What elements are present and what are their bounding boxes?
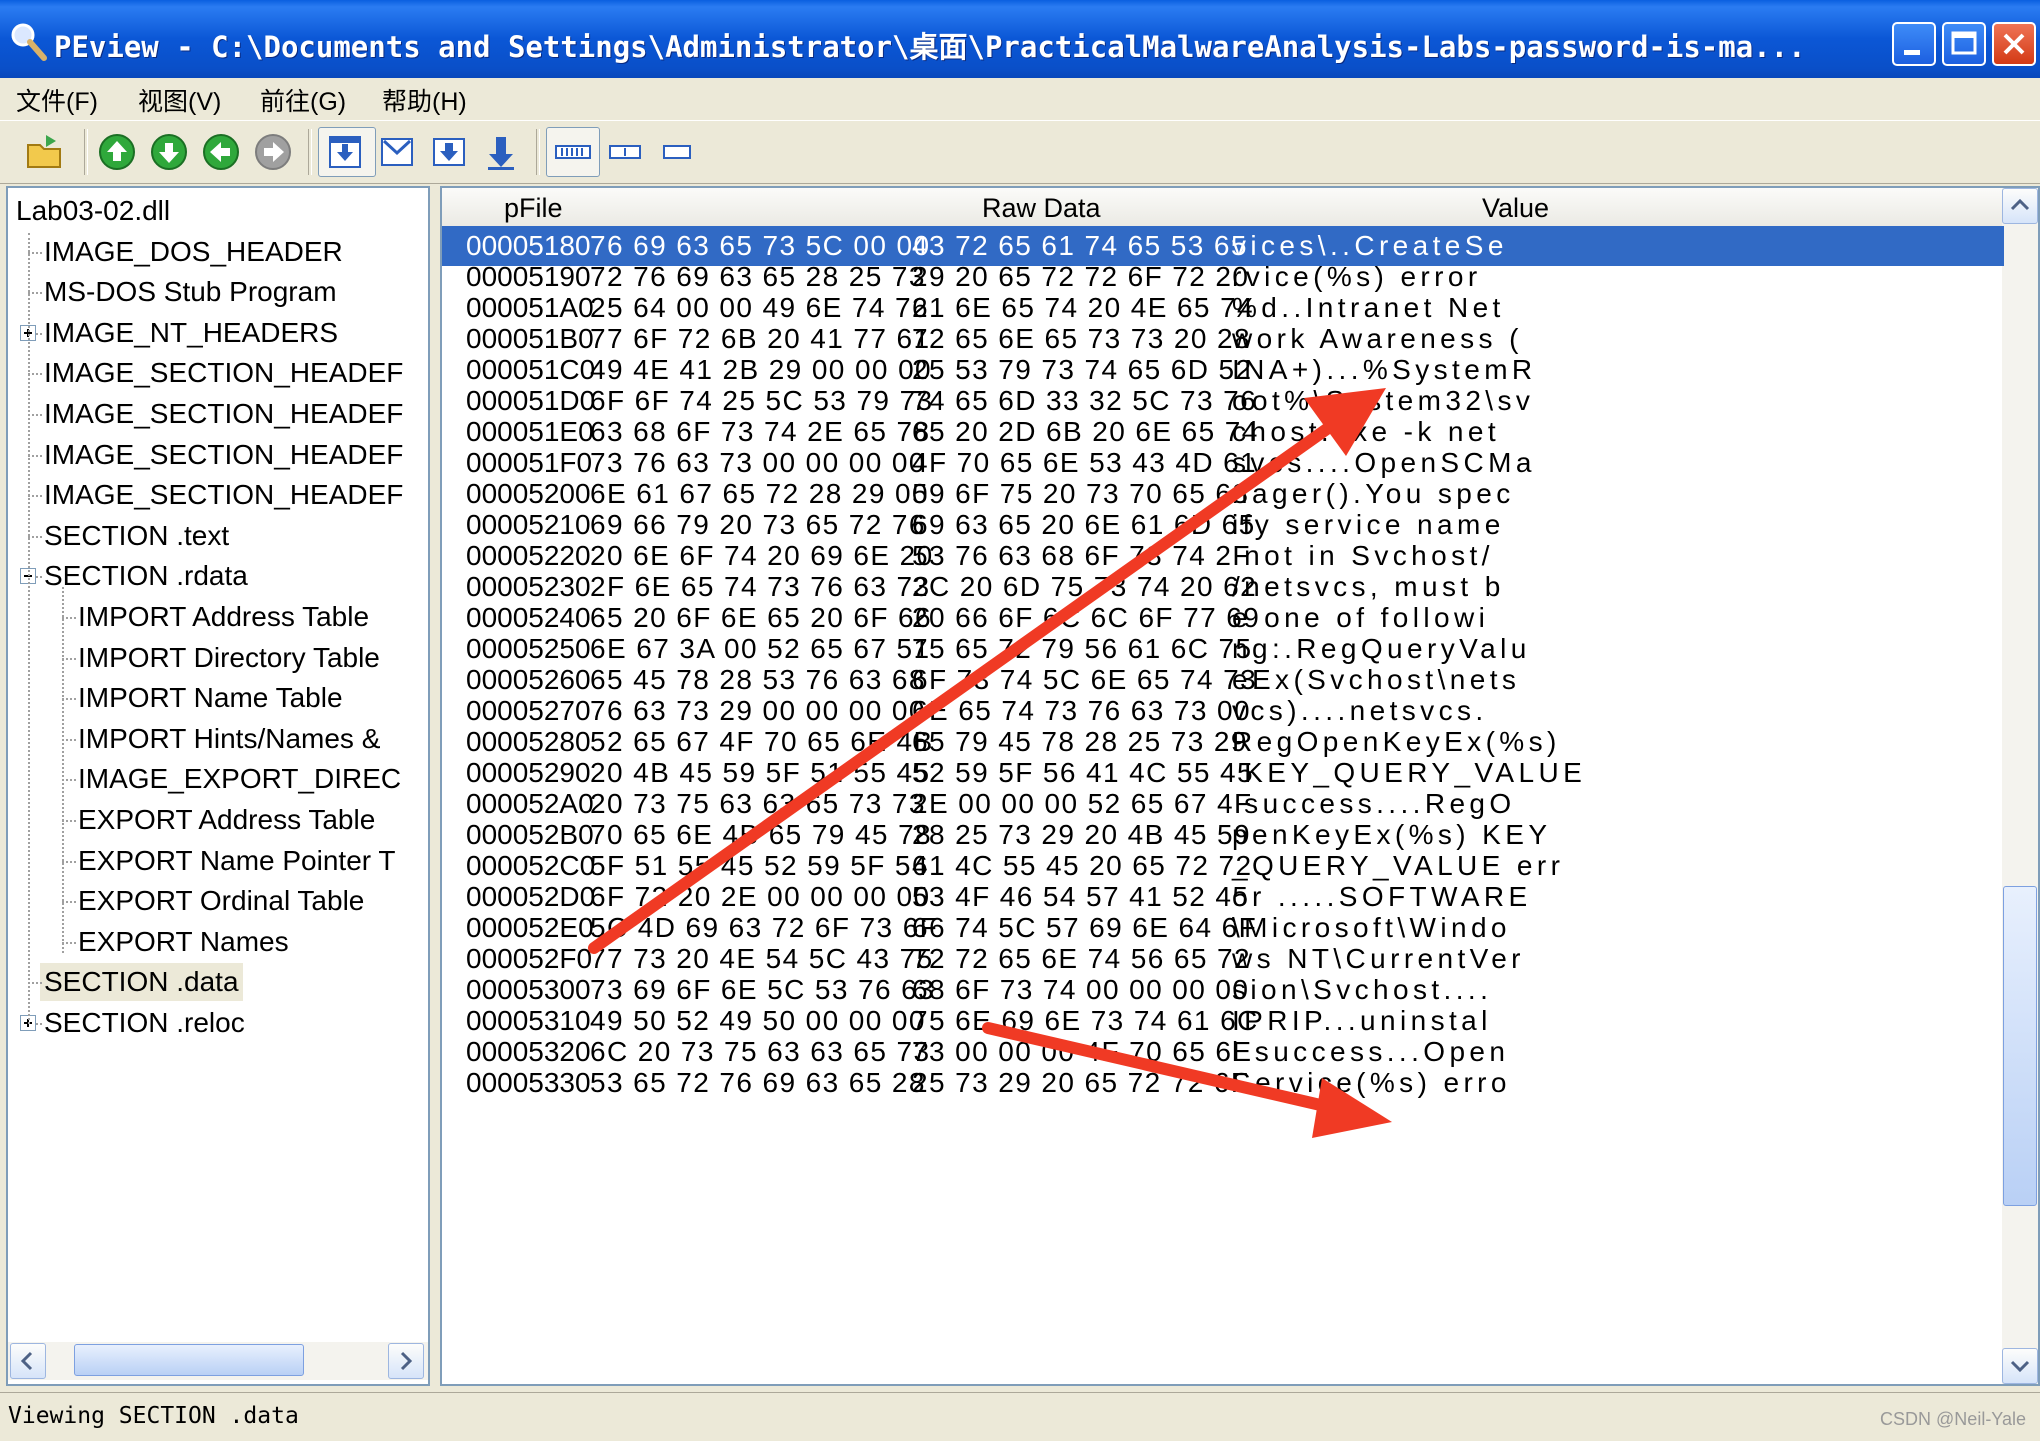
hex-view[interactable]: pFile Raw Data Value 00005180 76 69 63 65…	[440, 186, 2040, 1386]
layout-narrow-icon[interactable]	[656, 131, 698, 173]
tree-item[interactable]: IMPORT Name Table	[78, 679, 343, 717]
status-bar: Viewing SECTION .data CSDN @Neil-Yale	[0, 1392, 2040, 1441]
tree-connector	[28, 232, 30, 1024]
hex-bytes-right: 25 73 29 20 65 72 72 6F	[912, 1067, 1250, 1098]
scroll-left-button[interactable]	[10, 1343, 46, 1379]
scroll-right-button[interactable]	[388, 1343, 424, 1379]
tree-item[interactable]: EXPORT Names	[78, 923, 289, 961]
view-dword-icon[interactable]	[428, 131, 470, 173]
hex-row[interactable]: 00005330 53 65 72 76 69 63 65 28 25 73 29 …	[442, 1063, 2004, 1103]
column-header-value[interactable]: Value	[1482, 188, 1549, 228]
scroll-thumb[interactable]	[2003, 886, 2037, 1206]
tree-connector	[28, 292, 42, 295]
tree-connector	[28, 251, 42, 254]
arrow-down-icon[interactable]	[148, 131, 190, 173]
tree-item[interactable]: EXPORT Ordinal Table	[78, 882, 364, 920]
tree-item[interactable]: IMAGE_EXPORT_DIREC	[78, 760, 401, 798]
view-byte-icon[interactable]	[324, 131, 366, 173]
layout-medium-icon[interactable]	[604, 131, 646, 173]
tree-connector	[28, 454, 42, 457]
tree-connector	[62, 820, 76, 822]
tree-item[interactable]: IMAGE_NT_HEADERS	[44, 314, 338, 352]
tree-item[interactable]: MS-DOS Stub Program	[44, 273, 337, 311]
tree-item[interactable]: IMAGE_SECTION_HEADEF	[44, 476, 403, 514]
arrow-back-icon[interactable]	[200, 131, 242, 173]
maximize-button[interactable]	[1942, 22, 1986, 66]
column-header-pfile[interactable]: pFile	[504, 188, 563, 228]
tree-connector	[28, 495, 42, 498]
window-title: PEview - C:\Documents and Settings\Admin…	[54, 30, 1806, 64]
hex-vertical-scrollbar[interactable]	[2002, 188, 2038, 1384]
chevron-right-icon	[400, 1351, 413, 1371]
close-icon	[2003, 33, 2025, 55]
toolbar-separator	[536, 129, 540, 175]
peview-window: PEview - C:\Documents and Settings\Admin…	[0, 0, 2040, 1441]
chevron-up-icon	[2010, 198, 2030, 211]
hex-bytes-left: 53 65 72 76 69 63 65 28	[590, 1067, 926, 1098]
tree-item[interactable]: IMPORT Directory Table	[78, 639, 380, 677]
tree-item[interactable]: SECTION .text	[44, 517, 229, 555]
chevron-down-icon	[2010, 1360, 2030, 1373]
tree-item[interactable]: IMAGE_SECTION_HEADEF	[44, 395, 403, 433]
chevron-left-icon	[20, 1351, 33, 1371]
menu-bar: 文件(F) 视图(V) 前往(G) 帮助(H)	[0, 78, 2040, 118]
layout-wide-icon[interactable]	[552, 131, 594, 173]
tree-connector	[62, 738, 76, 741]
title-bar[interactable]: PEview - C:\Documents and Settings\Admin…	[0, 0, 2040, 86]
tree-item[interactable]: EXPORT Name Pointer T	[78, 842, 395, 880]
toolbar-separator	[308, 129, 312, 175]
menu-view[interactable]: 视图(V)	[138, 82, 221, 118]
watermark: CSDN @Neil-Yale	[1880, 1409, 2026, 1429]
tree-connector	[28, 982, 42, 985]
column-header-row: pFile Raw Data Value	[442, 188, 2004, 228]
tree-connector	[28, 414, 42, 416]
tree-connector	[62, 860, 76, 863]
tree-item[interactable]: IMPORT Address Table	[78, 598, 369, 636]
status-text: Viewing SECTION .data	[8, 1403, 299, 1429]
scroll-up-button[interactable]	[2002, 188, 2038, 224]
column-header-raw-data[interactable]: Raw Data	[982, 188, 1101, 228]
tree-item[interactable]: IMAGE_SECTION_HEADEF	[44, 354, 403, 392]
tree-item[interactable]: EXPORT Address Table	[78, 801, 375, 839]
view-word-icon[interactable]	[376, 131, 418, 173]
hex-offset: 00005330	[466, 1067, 591, 1098]
tree-item[interactable]: IMAGE_DOS_HEADER	[44, 233, 343, 271]
tree-connector	[62, 587, 64, 953]
magnifier-app-icon	[11, 23, 47, 61]
tree-item[interactable]: SECTION .data	[40, 963, 243, 1002]
toolbar-separator	[84, 129, 88, 175]
tree-item[interactable]: IMPORT Hints/Names &	[78, 720, 380, 758]
maximize-icon	[1951, 31, 1977, 55]
view-qword-icon[interactable]	[480, 131, 522, 173]
tree-connector	[28, 535, 42, 538]
arrow-up-icon[interactable]	[96, 131, 138, 173]
tree-connector	[62, 617, 76, 619]
menu-goto[interactable]: 前往(G)	[260, 82, 346, 118]
tree-connector	[28, 373, 42, 376]
minimize-button[interactable]	[1892, 22, 1936, 66]
scroll-thumb[interactable]	[74, 1344, 304, 1376]
menu-help[interactable]: 帮助(H)	[382, 82, 467, 118]
scroll-down-button[interactable]	[2002, 1348, 2038, 1384]
tree-item[interactable]: SECTION .reloc	[44, 1004, 245, 1042]
ascii-value: Service(%s) erro	[1232, 1067, 1511, 1098]
close-button[interactable]	[1992, 22, 2036, 66]
tree-item[interactable]: SECTION .rdata	[44, 557, 248, 595]
tree-horizontal-scrollbar[interactable]	[8, 1342, 428, 1380]
minimize-icon	[1904, 50, 1920, 55]
tree-connector	[62, 941, 76, 944]
tree-item[interactable]: IMAGE_SECTION_HEADEF	[44, 436, 403, 474]
toolbar	[0, 120, 2040, 184]
open-folder-icon[interactable]	[24, 131, 66, 173]
tree-connector	[62, 779, 76, 782]
menu-file[interactable]: 文件(F)	[16, 82, 98, 118]
tree-root-file[interactable]: Lab03-02.dll	[16, 192, 170, 230]
tree-connector	[62, 698, 76, 701]
arrow-forward-icon[interactable]	[252, 131, 294, 173]
structure-tree[interactable]: Lab03-02.dll IMAGE_DOS_HEADER MS-DOS Stub…	[6, 186, 430, 1386]
tree-connector	[62, 901, 76, 904]
tree-connector	[62, 657, 76, 660]
